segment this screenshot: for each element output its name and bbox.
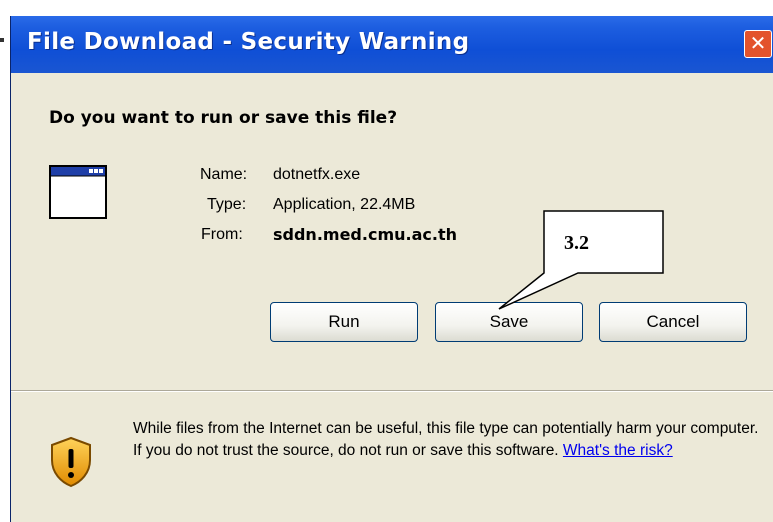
close-button[interactable]: ✕ (744, 30, 772, 58)
callout-label: 3.2 (564, 232, 589, 254)
file-download-dialog: File Download - Security Warning ✕ Do yo… (10, 16, 773, 522)
file-source-value: sddn.med.cmu.ac.th (273, 225, 457, 244)
security-warning-text: While files from the Internet can be use… (133, 418, 763, 462)
file-type-value: Application, 22.4MB (273, 196, 416, 213)
title-bar[interactable]: File Download - Security Warning ✕ (11, 16, 773, 73)
type-label: Type: (207, 196, 247, 213)
window-title: File Download - Security Warning (27, 29, 470, 55)
run-button[interactable]: Run (270, 302, 418, 342)
callout-annotation (498, 210, 664, 310)
dialog-question: Do you want to run or save this file? (49, 108, 398, 128)
separator (11, 390, 773, 392)
whats-the-risk-link[interactable]: What's the risk? (563, 442, 673, 459)
stray-dot (0, 38, 4, 42)
application-window-icon (49, 165, 107, 219)
name-label: Name: (200, 166, 248, 183)
file-name-value: dotnetfx.exe (273, 166, 361, 183)
from-label: From: (201, 226, 243, 243)
close-icon: ✕ (749, 31, 767, 55)
shield-warning-icon (51, 436, 91, 488)
